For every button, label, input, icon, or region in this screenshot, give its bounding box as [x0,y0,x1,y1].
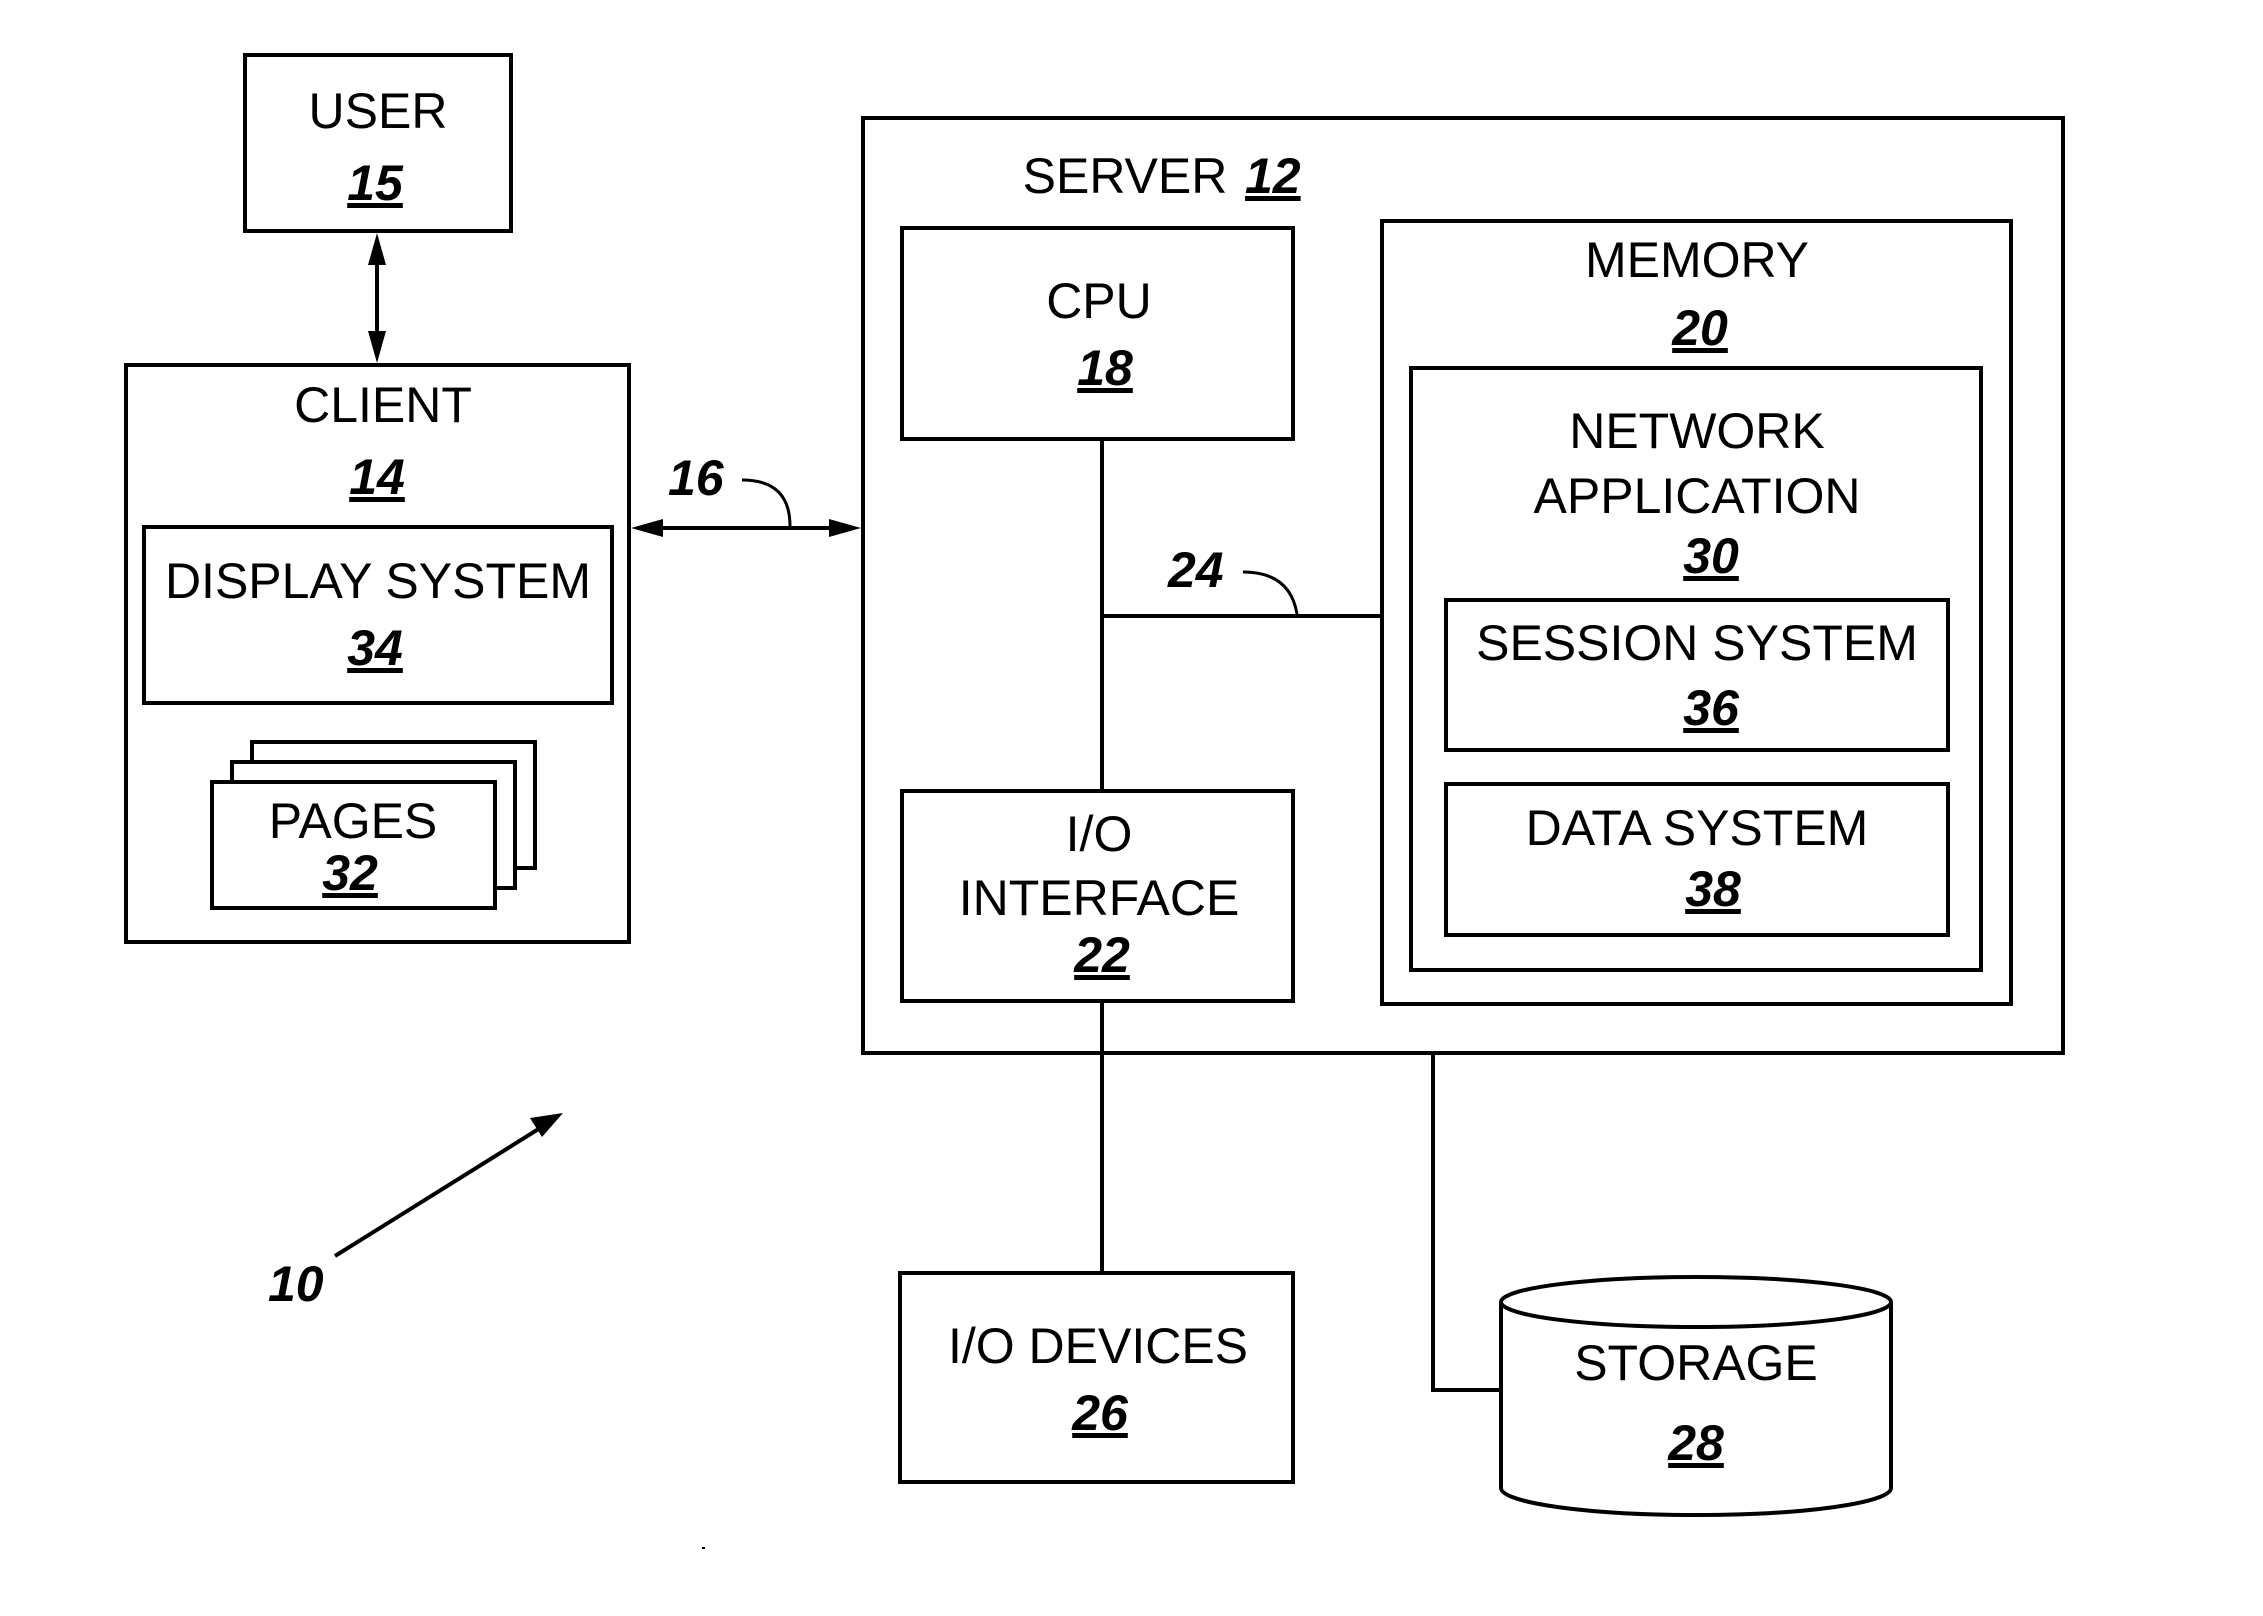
memory-label: MEMORY [1585,232,1809,288]
session-system-label: SESSION SYSTEM [1476,615,1918,671]
io-devices-label: I/O DEVICES [948,1318,1248,1374]
display-system-number: 34 [347,620,403,676]
pages-stack: PAGES 32 [210,740,537,910]
user-number: 15 [347,155,404,211]
storage-cylinder-top [1499,1275,1893,1329]
network-link-leader [741,478,792,527]
bus-number: 24 [1167,542,1224,598]
io-interface-label-line1: I/O [1066,806,1133,862]
system-diagram: USER 15 CLIENT 14 DISPLAY SYSTEM 34 PAGE… [124,53,2065,1549]
client-label: CLIENT [294,377,472,433]
network-link-number: 16 [668,450,725,506]
client-block: CLIENT 14 DISPLAY SYSTEM 34 PAGES 32 [124,363,631,944]
storage-number: 28 [1667,1415,1724,1471]
cpu-number: 18 [1077,340,1133,396]
io-devices-box [898,1271,1295,1484]
data-system-label: DATA SYSTEM [1526,800,1869,856]
pages-number: 32 [322,845,378,901]
io-devices-number: 26 [1071,1385,1129,1441]
arrowhead-down-icon [368,331,386,363]
user-block: USER 15 [243,53,513,233]
client-number: 14 [349,449,405,505]
arrowhead-left-icon [631,519,663,537]
memory-number: 20 [1671,300,1728,356]
storage-connector [1431,1053,1501,1392]
server-label: SERVER [1023,148,1228,204]
server-number: 12 [1245,148,1301,204]
network-link: 16 [631,450,861,537]
server-block: SERVER 12 CPU 18 24 I/O INTERFACE 22 MEM… [861,116,2065,1055]
storage-cylinder-body [1499,1302,1893,1517]
cpu-box [900,226,1295,441]
network-application-label-line2: APPLICATION [1534,468,1861,524]
user-client-arrow [368,233,386,363]
figure-reference-number: 10 [268,1256,324,1312]
io-interface-number: 22 [1073,927,1130,983]
cpu-label: CPU [1046,273,1152,329]
storage-block: STORAGE 28 [1499,1275,1893,1517]
arrowhead-up-icon [368,233,386,265]
session-system-number: 36 [1683,680,1740,736]
pages-label: PAGES [269,793,438,849]
scan-speck [702,1547,705,1549]
io-devices-block: I/O DEVICES 26 [898,1271,1295,1484]
figure-reference: 10 [268,1113,563,1312]
figure-reference-arrow-line [333,1123,547,1258]
user-label: USER [309,83,448,139]
io-interface-label-line2: INTERFACE [959,870,1240,926]
storage-label: STORAGE [1574,1335,1818,1391]
network-application-number: 30 [1683,528,1739,584]
network-application-label-line1: NETWORK [1569,403,1825,459]
display-system-label: DISPLAY SYSTEM [165,553,591,609]
arrowhead-right-icon [829,519,861,537]
data-system-number: 38 [1685,861,1741,917]
